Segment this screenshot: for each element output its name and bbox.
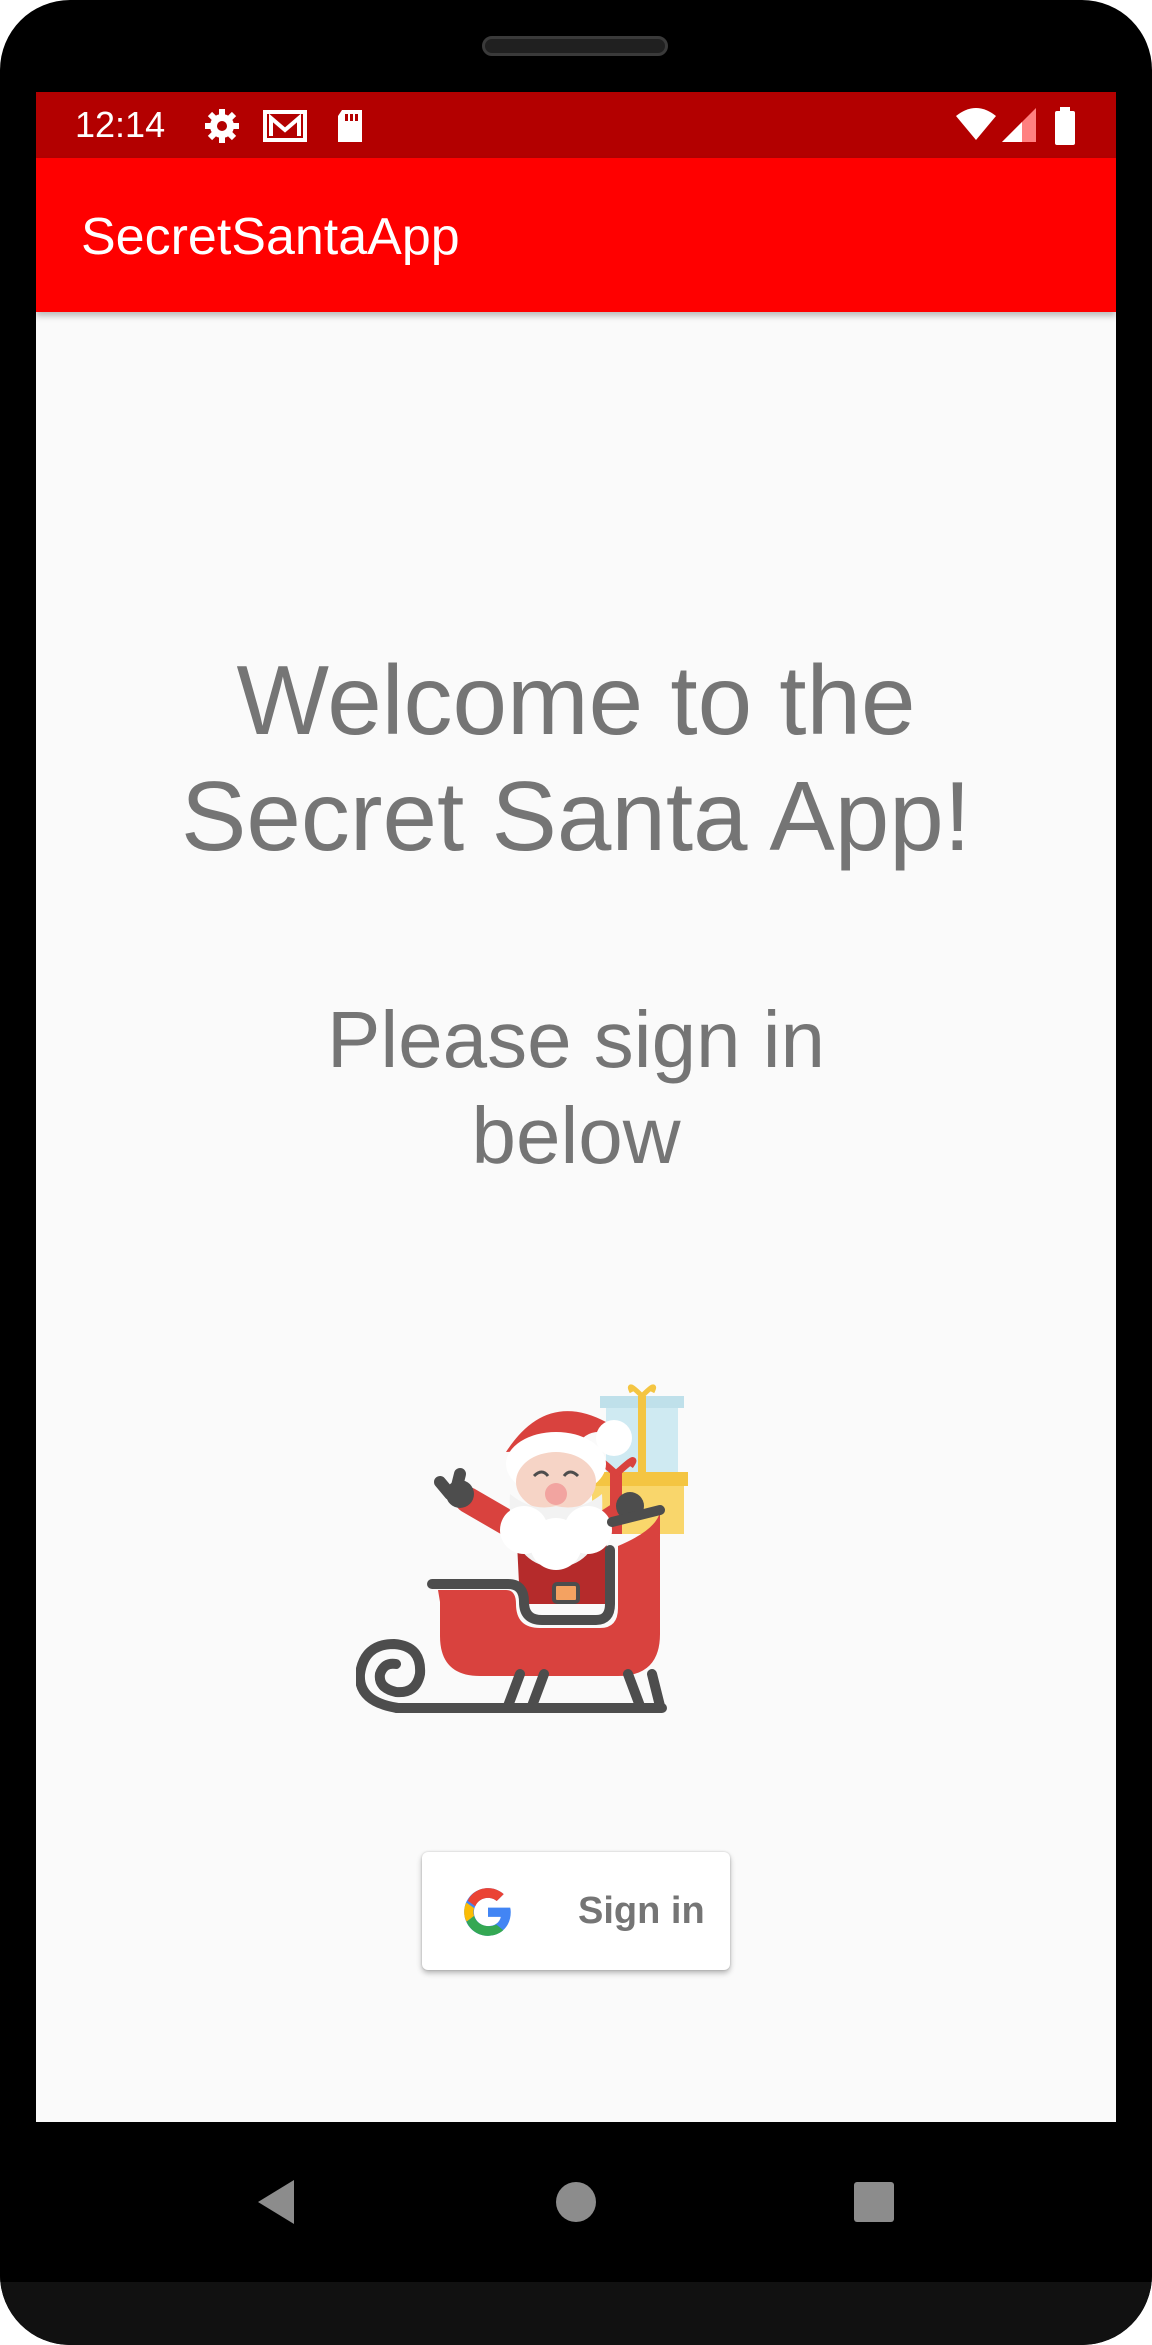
earpiece-speaker — [482, 36, 668, 56]
home-icon[interactable] — [540, 2166, 612, 2238]
phone-chin — [0, 2282, 1152, 2345]
gmail-icon — [262, 106, 308, 146]
status-bar: 12:14 — [36, 92, 1116, 158]
google-sign-in-button[interactable]: Sign in — [422, 1852, 730, 1970]
welcome-heading: Welcome to the Secret Santa App! — [181, 645, 971, 871]
phone-frame: 12:14 SecretSantaApp Welcome to the Secr… — [0, 0, 1152, 2345]
app-title: SecretSantaApp — [81, 208, 460, 266]
recents-icon[interactable] — [838, 2166, 910, 2238]
wifi-icon — [954, 106, 998, 146]
back-icon[interactable] — [240, 2166, 312, 2238]
status-time: 12:14 — [75, 104, 166, 145]
sd-card-icon — [330, 106, 370, 146]
gear-icon — [202, 106, 242, 146]
sign-in-prompt: Please sign in below — [326, 995, 826, 1180]
main-content: Welcome to the Secret Santa App! Please … — [36, 312, 1116, 2122]
santa-sleigh-illustration — [354, 1382, 796, 1722]
app-bar: SecretSantaApp — [36, 158, 1116, 312]
google-logo-icon — [462, 1886, 514, 1938]
battery-icon — [1050, 106, 1080, 146]
navigation-bar — [0, 2122, 1152, 2282]
screen: 12:14 SecretSantaApp Welcome to the Secr… — [36, 92, 1116, 2122]
cell-signal-icon — [1000, 106, 1040, 146]
sign-in-label: Sign in — [578, 1890, 705, 1932]
